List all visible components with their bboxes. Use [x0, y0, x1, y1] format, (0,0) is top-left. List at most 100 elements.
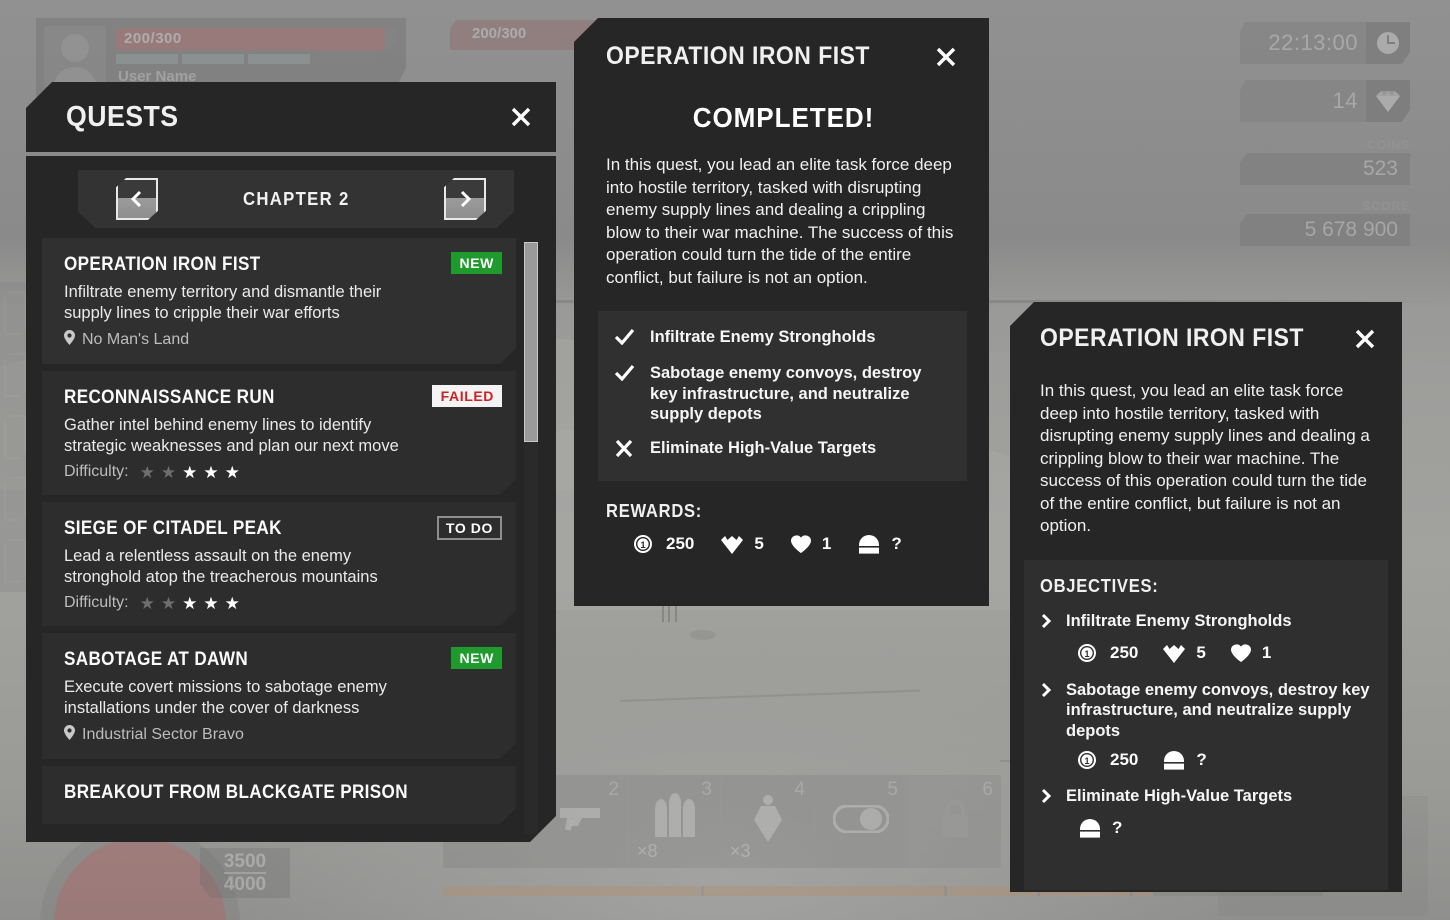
status-badge: NEW	[451, 647, 502, 669]
objective-item[interactable]: Infiltrate Enemy Strongholds 1 250 5 1	[1040, 611, 1372, 664]
star-icon: ★	[224, 593, 240, 613]
svg-text:1: 1	[640, 540, 645, 550]
close-icon[interactable]	[1350, 324, 1380, 354]
reward-gem: 5	[1162, 643, 1206, 664]
star-icon: ★	[224, 462, 240, 482]
quest-list-item[interactable]: NEW SABOTAGE AT DAWN Execute covert miss…	[42, 633, 516, 759]
status-badge: TO DO	[437, 516, 502, 540]
objectives-list: Infiltrate Enemy Strongholds Sabotage en…	[598, 311, 967, 481]
check-icon	[614, 363, 636, 386]
scrollbar[interactable]	[524, 242, 538, 834]
chevron-right-icon[interactable]	[1040, 786, 1052, 809]
rail-slot-icon[interactable]	[4, 353, 26, 397]
objective-header: Eliminate High-Value Targets	[1040, 786, 1372, 809]
quests-panel: QUESTS CHAPTER 2 NEW OPERATION IRON FIST…	[26, 82, 556, 842]
quest-description: Execute covert missions to sabotage enem…	[64, 678, 387, 717]
close-icon[interactable]	[931, 42, 961, 72]
difficulty-stars: ★ ★ ★ ★ ★	[140, 464, 240, 481]
rock-shape	[690, 630, 716, 640]
reward-heart: 1	[790, 534, 831, 554]
reward-value: 5	[1196, 643, 1206, 662]
stat-coins-label: COINS	[1366, 138, 1410, 152]
check-icon	[614, 327, 636, 350]
stat-coins-value: 523	[1362, 157, 1398, 180]
reward-coin: 1 250	[1078, 750, 1138, 770]
reward-value: 1	[1261, 643, 1272, 662]
chest-icon	[1162, 750, 1186, 770]
quest-name: SABOTAGE AT DAWN	[64, 649, 249, 670]
map-pin-icon	[64, 725, 75, 745]
objective-item[interactable]: Sabotage enemy convoys, destroy key infr…	[1040, 680, 1372, 771]
quest-difficulty: Difficulty: ★ ★ ★ ★ ★	[64, 463, 498, 481]
cross-icon	[614, 438, 636, 463]
status-badge: NEW	[451, 252, 502, 274]
heart-icon	[790, 534, 812, 554]
objectives-title: OBJECTIVES:	[1040, 575, 1159, 596]
gem-icon	[720, 534, 744, 555]
rewards-row: 1 250 5 1 ?	[606, 534, 961, 555]
quest-name: RECONNAISSANCE RUN	[64, 387, 275, 408]
quest-list-item[interactable]: TO DO SIEGE OF CITADEL PEAK Lead a relen…	[42, 502, 516, 626]
completion-status: COMPLETED!	[692, 102, 875, 133]
quest-completed-dialog: OPERATION IRON FIST COMPLETED! In this q…	[574, 18, 989, 606]
item-slot-key: 2	[608, 779, 619, 800]
lock-icon	[938, 797, 972, 846]
close-icon[interactable]	[506, 102, 536, 132]
objective-item[interactable]: Eliminate High-Value Targets ?	[1040, 786, 1372, 838]
item-slot-3[interactable]: 3 ×8	[629, 775, 722, 868]
stat-score-value: 5 678 900	[1304, 218, 1398, 241]
star-icon: ★	[139, 462, 155, 482]
chevron-right-icon[interactable]	[444, 178, 486, 220]
health-dial-current: 3500	[223, 851, 267, 874]
reward-value: 250	[1110, 750, 1139, 769]
chevron-left-icon[interactable]	[116, 178, 158, 220]
dialog-header: OPERATION IRON FIST	[1040, 324, 1380, 354]
header-divider	[26, 152, 556, 156]
quest-description: In this quest, you lead an elite task fo…	[1040, 381, 1370, 535]
objective-header: Sabotage enemy convoys, destroy key infr…	[1040, 680, 1372, 742]
quests-body: CHAPTER 2 NEW OPERATION IRON FIST Infilt…	[26, 156, 556, 842]
objective-rewards: ?	[1040, 809, 1372, 838]
rail-slot-icon[interactable]	[4, 477, 26, 521]
stat-time: 22:13:00	[1240, 22, 1410, 64]
item-slot-6[interactable]: 6	[908, 775, 1001, 868]
rail-slot-icon[interactable]	[4, 539, 26, 583]
reward-value: 250	[1110, 643, 1139, 662]
reward-coin: 1 250	[634, 534, 694, 554]
quest-list-item[interactable]: NEW OPERATION IRON FIST Infiltrate enemy…	[42, 238, 516, 364]
chapter-nav: CHAPTER 2	[78, 170, 514, 228]
quest-name: OPERATION IRON FIST	[64, 254, 261, 275]
stat-gems: 14	[1240, 80, 1410, 122]
coin-icon: 1	[1078, 750, 1100, 770]
item-slot-5[interactable]: 5	[815, 775, 908, 868]
status-badge: FAILED	[432, 385, 502, 407]
rail-slot-icon[interactable]	[4, 415, 26, 459]
quest-location-label: Industrial Sector Bravo	[82, 726, 244, 743]
chevron-right-icon[interactable]	[1040, 611, 1052, 634]
quest-name: SIEGE OF CITADEL PEAK	[64, 518, 282, 539]
quest-description: Lead a relentless assault on the enemy s…	[64, 547, 378, 586]
rail-slot-icon[interactable]	[4, 291, 26, 335]
reward-coin: 1 250	[1078, 643, 1138, 663]
chevron-right-icon[interactable]	[1040, 680, 1052, 703]
quest-list-item[interactable]: FAILED RECONNAISSANCE RUN Gather intel b…	[42, 371, 516, 495]
stat-score-box: 5 678 900	[1240, 214, 1410, 246]
quest-location-label: No Man's Land	[82, 331, 190, 348]
objective-row: Infiltrate Enemy Strongholds	[614, 327, 949, 350]
avatar[interactable]	[44, 26, 106, 88]
objective-row: Eliminate High-Value Targets	[614, 438, 949, 463]
objective-text: Sabotage enemy convoys, destroy key infr…	[1066, 680, 1370, 740]
dialog-header: OPERATION IRON FIST	[606, 42, 961, 72]
reward-gem: 5	[720, 534, 764, 555]
scrollbar-thumb[interactable]	[524, 242, 538, 442]
armor-segment	[248, 54, 310, 64]
chapter-label: CHAPTER 2	[242, 188, 350, 209]
item-slot-key: 4	[794, 779, 805, 800]
objective-text: Sabotage enemy convoys, destroy key infr…	[650, 364, 922, 423]
health-bar-value: 200/300	[124, 30, 182, 47]
clock-icon	[1366, 22, 1410, 64]
quest-scroll-area[interactable]: NEW OPERATION IRON FIST Infiltrate enemy…	[42, 238, 540, 838]
gem-icon	[1162, 643, 1186, 664]
item-slot-4[interactable]: 4 ×3	[722, 775, 815, 868]
quest-list-item[interactable]: BREAKOUT FROM BLACKGATE PRISON	[42, 766, 516, 824]
